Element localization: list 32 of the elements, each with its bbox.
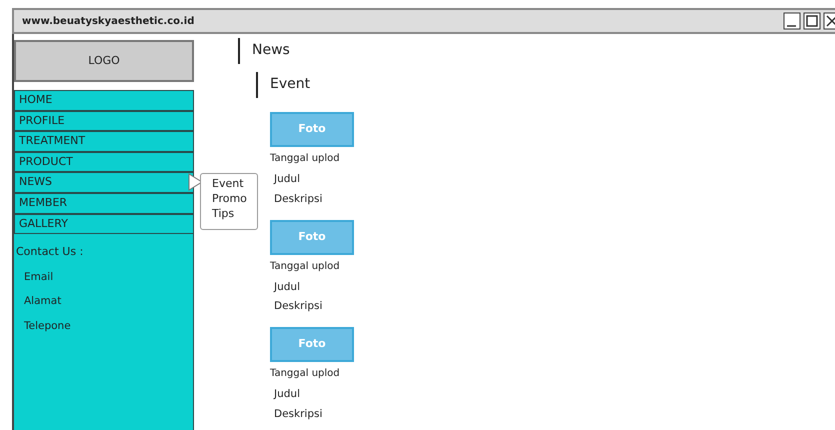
url-text: www.beuatyskyaesthetic.co.id [22,14,194,28]
post-title: Judul [274,387,301,402]
post-description: Deskripsi [274,192,324,207]
photo-label: Foto [298,228,326,245]
menu-item[interactable]: PRODUCT [14,152,194,172]
contact-link[interactable]: Telepone [14,319,193,335]
upload-date: Tanggal uplod [270,152,341,166]
menu-item[interactable]: NEWS [14,172,194,193]
menu-item[interactable]: TREATMENT [14,131,194,152]
submenu-item[interactable]: Event [212,176,257,192]
contact-heading: Contact Us : [15,244,84,260]
logo-label: LOGO [88,52,120,69]
menu-item[interactable]: HOME [14,90,194,111]
maximize-icon[interactable] [803,12,821,30]
upload-date: Tanggal uplod [270,367,341,381]
menu-item[interactable]: MEMBER [14,192,194,214]
photo-label: Foto [298,336,326,352]
menu-item[interactable]: PROFILE [14,110,194,132]
post-description: Deskripsi [274,299,324,314]
post-description: Deskripsi [274,406,324,422]
minimize-icon[interactable] [783,12,801,30]
contact-link[interactable]: Email [14,270,193,286]
submenu-item[interactable]: Promo [212,191,257,206]
page-heading: News [238,38,354,64]
photo-label: Foto [298,121,326,138]
post-title: Judul [274,280,301,294]
submenu-item[interactable]: Tips [212,206,257,222]
menu-item[interactable]: GALLERY [14,214,194,234]
upload-date: Tanggal uplod [270,260,341,274]
post-title: Judul [274,172,301,187]
contact-link[interactable]: Alamat [14,294,193,310]
section-heading: Event [256,72,354,98]
